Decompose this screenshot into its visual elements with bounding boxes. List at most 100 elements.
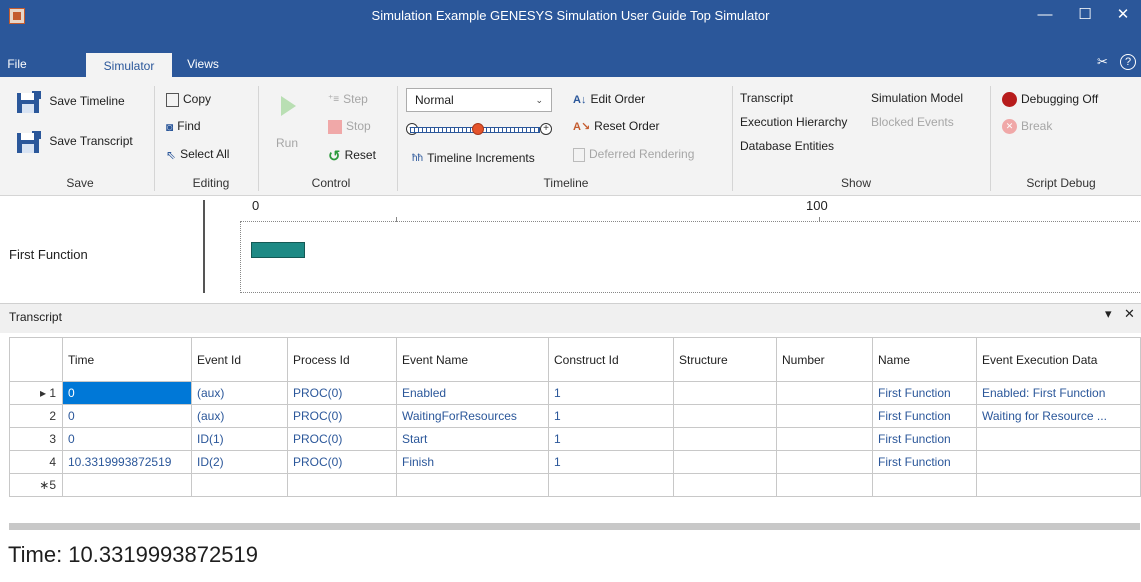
column-header-event-execution-data[interactable]: Event Execution Data [976, 337, 1141, 382]
cell-event-id[interactable]: ID(1) [191, 427, 288, 451]
show-execution-hierarchy-link[interactable]: Execution Hierarchy [740, 115, 847, 129]
minimize-button[interactable]: — [1030, 4, 1060, 26]
cell-event-id[interactable]: (aux) [191, 381, 288, 405]
cell-structure[interactable] [673, 381, 777, 405]
save-transcript-button[interactable]: Save Transcript [16, 130, 133, 154]
cell-time[interactable] [62, 473, 192, 497]
step-button[interactable]: ⁺≡ Step [328, 92, 368, 106]
table-row-new[interactable]: ∗5 [9, 473, 1141, 497]
close-button[interactable]: ✕ [1108, 4, 1138, 26]
cell-structure[interactable] [673, 473, 777, 497]
cell-structure[interactable] [673, 427, 777, 451]
break-button[interactable]: ✕ Break [1002, 119, 1052, 135]
cell-time[interactable]: 0 [62, 381, 192, 405]
column-header-name[interactable]: Name [872, 337, 977, 382]
cell-event-name[interactable]: Enabled [396, 381, 549, 405]
help-icon[interactable]: ? [1120, 54, 1136, 70]
find-button[interactable]: ◙ Find [166, 119, 201, 134]
zoom-in-icon[interactable]: + [540, 123, 552, 135]
cell-construct-id[interactable] [548, 473, 674, 497]
row-header[interactable]: ▸ 1 [9, 381, 63, 405]
cell-number[interactable] [776, 381, 873, 405]
tab-simulator[interactable]: Simulator [86, 53, 172, 79]
cell-process-id[interactable]: PROC(0) [287, 381, 397, 405]
cell-name[interactable] [872, 473, 977, 497]
column-header-number[interactable]: Number [776, 337, 873, 382]
cell-number[interactable] [776, 450, 873, 474]
column-header-process-id[interactable]: Process Id [287, 337, 397, 382]
cell-process-id[interactable]: PROC(0) [287, 404, 397, 428]
cell-name[interactable]: First Function [872, 427, 977, 451]
table-horizontal-scrollbar[interactable] [9, 523, 1140, 530]
row-header[interactable]: 4 [9, 450, 63, 474]
cell-name[interactable]: First Function [872, 404, 977, 428]
panel-menu-icon[interactable]: ▾ [1105, 306, 1112, 322]
cell-exec-data[interactable]: Waiting for Resource ... [976, 404, 1141, 428]
cell-construct-id[interactable]: 1 [548, 381, 674, 405]
row-header[interactable]: 2 [9, 404, 63, 428]
show-transcript-link[interactable]: Transcript [740, 91, 793, 105]
cell-time[interactable]: 10.3319993872519 [62, 450, 192, 474]
cell-name[interactable]: First Function [872, 450, 977, 474]
table-row[interactable]: 2 0 (aux) PROC(0) WaitingForResources 1 … [9, 404, 1141, 428]
reset-button[interactable]: ↺ Reset [328, 147, 376, 165]
timeline-zoom-slider-thumb[interactable] [472, 123, 484, 135]
cell-event-name[interactable]: Finish [396, 450, 549, 474]
show-simulation-model-link[interactable]: Simulation Model [871, 91, 963, 105]
cell-event-id[interactable] [191, 473, 288, 497]
timeline-label-divider[interactable] [203, 200, 205, 293]
cell-process-id[interactable] [287, 473, 397, 497]
copy-button[interactable]: Copy [166, 92, 211, 107]
panel-close-icon[interactable]: ✕ [1124, 306, 1135, 322]
cell-event-id[interactable]: ID(2) [191, 450, 288, 474]
table-row[interactable]: ▸ 1 0 (aux) PROC(0) Enabled 1 First Func… [9, 381, 1141, 405]
table-row[interactable]: 3 0 ID(1) PROC(0) Start 1 First Function [9, 427, 1141, 451]
show-database-entities-link[interactable]: Database Entities [740, 139, 834, 153]
cell-construct-id[interactable]: 1 [548, 404, 674, 428]
edit-order-button[interactable]: A↓ Edit Order [573, 92, 645, 106]
tab-views[interactable]: Views [181, 53, 225, 79]
column-header-structure[interactable]: Structure [673, 337, 777, 382]
speed-select[interactable]: Normal ⌄ [406, 88, 552, 112]
cell-event-name[interactable]: WaitingForResources [396, 404, 549, 428]
row-header[interactable]: 3 [9, 427, 63, 451]
cell-construct-id[interactable]: 1 [548, 450, 674, 474]
column-header-event-id[interactable]: Event Id [191, 337, 288, 382]
cell-exec-data[interactable] [976, 473, 1141, 497]
cell-structure[interactable] [673, 404, 777, 428]
cell-exec-data[interactable]: Enabled: First Function [976, 381, 1141, 405]
cell-exec-data[interactable] [976, 450, 1141, 474]
ribbon-options-icon[interactable]: ✂ [1097, 54, 1108, 70]
cell-exec-data[interactable] [976, 427, 1141, 451]
table-row[interactable]: 4 10.3319993872519 ID(2) PROC(0) Finish … [9, 450, 1141, 474]
cell-name[interactable]: First Function [872, 381, 977, 405]
row-header[interactable]: ∗5 [9, 473, 63, 497]
maximize-button[interactable]: ☐ [1070, 4, 1100, 26]
cell-time[interactable]: 0 [62, 404, 192, 428]
cell-number[interactable] [776, 427, 873, 451]
cell-number[interactable] [776, 473, 873, 497]
timeline-function-bar[interactable] [251, 242, 305, 258]
column-header-event-name[interactable]: Event Name [396, 337, 549, 382]
cell-structure[interactable] [673, 450, 777, 474]
cell-event-name[interactable]: Start [396, 427, 549, 451]
column-header-construct-id[interactable]: Construct Id [548, 337, 674, 382]
select-all-button[interactable]: ⇖ Select All [166, 147, 229, 162]
debugging-off-button[interactable]: Debugging Off [1002, 92, 1098, 108]
run-button[interactable] [276, 95, 300, 120]
timeline-increments-button[interactable]: ħħ Timeline Increments [412, 151, 535, 165]
column-header-time[interactable]: Time [62, 337, 192, 382]
cell-event-id[interactable]: (aux) [191, 404, 288, 428]
save-timeline-button[interactable]: Save Timeline [16, 90, 125, 114]
cell-event-name[interactable] [396, 473, 549, 497]
cell-process-id[interactable]: PROC(0) [287, 427, 397, 451]
cell-process-id[interactable]: PROC(0) [287, 450, 397, 474]
stop-button[interactable]: Stop [328, 119, 371, 134]
reset-order-button[interactable]: A↘ Reset Order [573, 119, 660, 133]
show-blocked-events-link[interactable]: Blocked Events [871, 115, 954, 129]
cell-number[interactable] [776, 404, 873, 428]
deferred-rendering-button[interactable]: Deferred Rendering [573, 147, 694, 162]
cell-time[interactable]: 0 [62, 427, 192, 451]
cell-construct-id[interactable]: 1 [548, 427, 674, 451]
tab-file[interactable]: File [0, 53, 34, 79]
